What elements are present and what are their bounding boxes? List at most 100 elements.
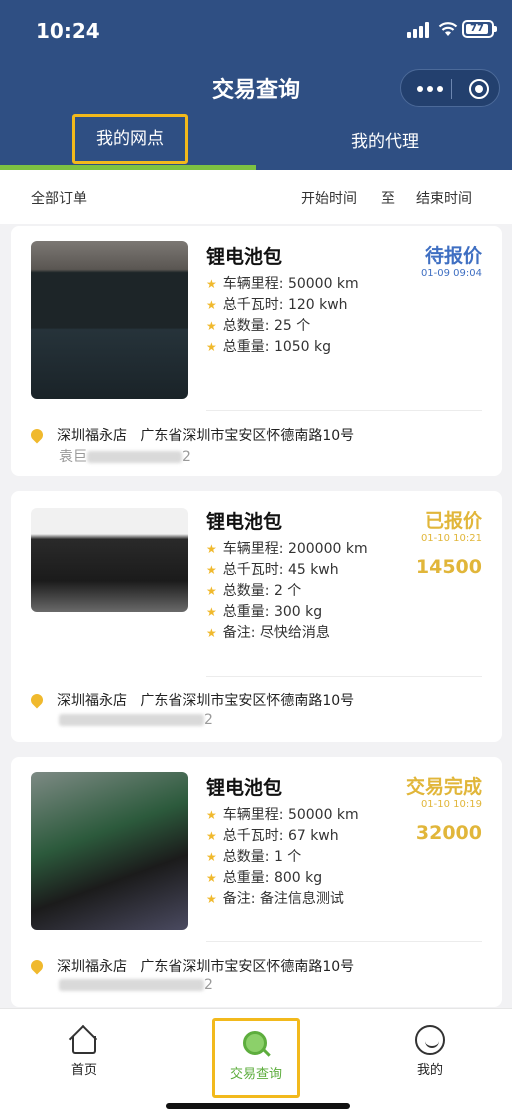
search-icon bbox=[241, 1029, 271, 1059]
star-icon: ★ bbox=[206, 605, 217, 619]
detail-label: 总数量: bbox=[222, 849, 270, 865]
detail-value: 300 kg bbox=[273, 604, 323, 620]
nav-home-label: 首页 bbox=[70, 1063, 97, 1078]
contact-info: 2 bbox=[59, 712, 213, 728]
tab-my-agent[interactable]: 我的代理 bbox=[300, 118, 470, 166]
detail-mileage: ★ 车辆里程: 50000 km bbox=[206, 273, 359, 293]
star-icon: ★ bbox=[206, 892, 217, 906]
star-icon: ★ bbox=[206, 808, 217, 822]
order-title: 锂电池包 bbox=[206, 246, 283, 268]
order-card[interactable]: 锂电池包 待报价 01-09 09:04 ★ 车辆里程: 50000 km ★ 总千… bbox=[11, 226, 502, 476]
order-title: 锂电池包 bbox=[206, 511, 283, 533]
order-status-time: 01-10 10:19 bbox=[420, 799, 482, 810]
card-divider bbox=[206, 676, 482, 677]
nav-mine-label: 我的 bbox=[416, 1063, 443, 1078]
detail-label: 总千瓦时: bbox=[222, 562, 284, 578]
order-card[interactable]: 锂电池包 交易完成 01-10 10:19 32000 ★ 车辆里程: 50000… bbox=[11, 757, 502, 1007]
more-dots-icon[interactable] bbox=[415, 80, 445, 96]
star-icon: ★ bbox=[206, 626, 217, 640]
detail-label: 总重量: bbox=[222, 870, 270, 886]
detail-mileage: ★ 车辆里程: 50000 km bbox=[206, 804, 359, 824]
mini-program-capsule bbox=[400, 69, 500, 107]
order-photo bbox=[31, 508, 188, 612]
store-location: 深圳福永店 广东省深圳市宝安区怀德南路10号 bbox=[28, 690, 355, 710]
detail-value: 尽快给消息 bbox=[259, 625, 330, 641]
detail-quantity: ★ 总数量: 1 个 bbox=[206, 846, 301, 866]
tab-my-outlet[interactable]: 我的网点 bbox=[72, 114, 188, 164]
order-status: 已报价 bbox=[424, 510, 482, 532]
star-icon: ★ bbox=[206, 542, 217, 556]
store-name: 深圳福永店 bbox=[57, 428, 127, 444]
order-price: 14500 bbox=[415, 556, 482, 578]
detail-label: 车辆里程: bbox=[222, 807, 284, 823]
card-divider bbox=[206, 941, 482, 942]
all-orders-filter[interactable]: 全部订单 bbox=[31, 188, 87, 208]
contact-prefix: 袁巨 bbox=[59, 449, 87, 465]
location-pin-icon bbox=[28, 426, 46, 444]
status-bar: 10:24 77 bbox=[0, 0, 512, 60]
detail-kwh: ★ 总千瓦时: 45 kwh bbox=[206, 559, 339, 579]
star-icon: ★ bbox=[206, 298, 217, 312]
nav-mine[interactable]: 我的 bbox=[380, 1017, 480, 1078]
start-time-picker[interactable]: 开始时间 bbox=[301, 188, 357, 208]
store-location: 深圳福永店 广东省深圳市宝安区怀德南路10号 bbox=[28, 425, 355, 445]
wifi-icon bbox=[438, 22, 458, 36]
star-icon: ★ bbox=[206, 563, 217, 577]
detail-weight: ★ 总重量: 300 kg bbox=[206, 601, 322, 621]
app-header: 10:24 77 交易查询 我的网点 我的代理 bbox=[0, 0, 512, 170]
detail-quantity: ★ 总数量: 25 个 bbox=[206, 315, 310, 335]
detail-label: 总重量: bbox=[222, 604, 270, 620]
status-time: 10:24 bbox=[36, 19, 100, 43]
location-pin-icon bbox=[28, 957, 46, 975]
detail-value: 2 个 bbox=[273, 583, 302, 599]
detail-value: 1 个 bbox=[273, 849, 302, 865]
detail-weight: ★ 总重量: 800 kg bbox=[206, 867, 322, 887]
detail-remark: ★ 备注: 尽快给消息 bbox=[206, 622, 330, 642]
contact-info: 袁巨 2 bbox=[59, 446, 191, 466]
signal-icon bbox=[407, 22, 433, 38]
detail-value: 800 kg bbox=[273, 870, 323, 886]
star-icon: ★ bbox=[206, 340, 217, 354]
detail-label: 备注: bbox=[222, 891, 256, 907]
battery-level: 77 bbox=[466, 24, 488, 34]
star-icon: ★ bbox=[206, 871, 217, 885]
store-location: 深圳福永店 广东省深圳市宝安区怀德南路10号 bbox=[28, 956, 354, 976]
detail-value: 25 个 bbox=[273, 318, 311, 334]
target-icon[interactable] bbox=[469, 79, 489, 99]
detail-quantity: ★ 总数量: 2 个 bbox=[206, 580, 301, 600]
order-status: 交易完成 bbox=[405, 776, 482, 798]
contact-suffix: 2 bbox=[182, 449, 191, 465]
order-status-time: 01-09 09:04 bbox=[420, 268, 482, 279]
store-address: 广东省深圳市宝安区怀德南路10号 bbox=[140, 428, 355, 444]
detail-value: 120 kwh bbox=[287, 297, 348, 313]
smile-icon bbox=[415, 1025, 445, 1055]
contact-info: 2 bbox=[59, 977, 213, 993]
order-card[interactable]: 锂电池包 已报价 01-10 10:21 14500 ★ 车辆里程: 200000… bbox=[11, 491, 502, 742]
detail-label: 总千瓦时: bbox=[222, 297, 284, 313]
store-name: 深圳福永店 bbox=[57, 959, 127, 975]
detail-label: 车辆里程: bbox=[222, 276, 284, 292]
contact-suffix: 2 bbox=[204, 712, 213, 728]
order-price: 32000 bbox=[415, 822, 482, 844]
detail-value: 200000 km bbox=[287, 541, 368, 557]
detail-label: 总重量: bbox=[222, 339, 270, 355]
detail-remark: ★ 备注: 备注信息测试 bbox=[206, 888, 344, 908]
date-range-separator: 至 bbox=[381, 191, 395, 207]
detail-value: 50000 km bbox=[287, 276, 359, 292]
redacted-phone bbox=[59, 979, 204, 991]
store-address: 广东省深圳市宝安区怀德南路10号 bbox=[140, 693, 355, 709]
detail-label: 总数量: bbox=[222, 318, 270, 334]
detail-kwh: ★ 总千瓦时: 67 kwh bbox=[206, 825, 339, 845]
home-icon bbox=[68, 1024, 99, 1055]
order-title: 锂电池包 bbox=[206, 777, 283, 799]
nav-trade-query[interactable]: 交易查询 bbox=[212, 1018, 300, 1098]
contact-suffix: 2 bbox=[204, 977, 213, 993]
nav-home[interactable]: 首页 bbox=[34, 1017, 134, 1078]
home-indicator bbox=[166, 1103, 350, 1109]
detail-value: 45 kwh bbox=[287, 562, 339, 578]
detail-label: 总数量: bbox=[222, 583, 270, 599]
end-time-picker[interactable]: 结束时间 bbox=[416, 188, 472, 208]
order-photo bbox=[31, 241, 188, 399]
star-icon: ★ bbox=[206, 277, 217, 291]
detail-kwh: ★ 总千瓦时: 120 kwh bbox=[206, 294, 348, 314]
